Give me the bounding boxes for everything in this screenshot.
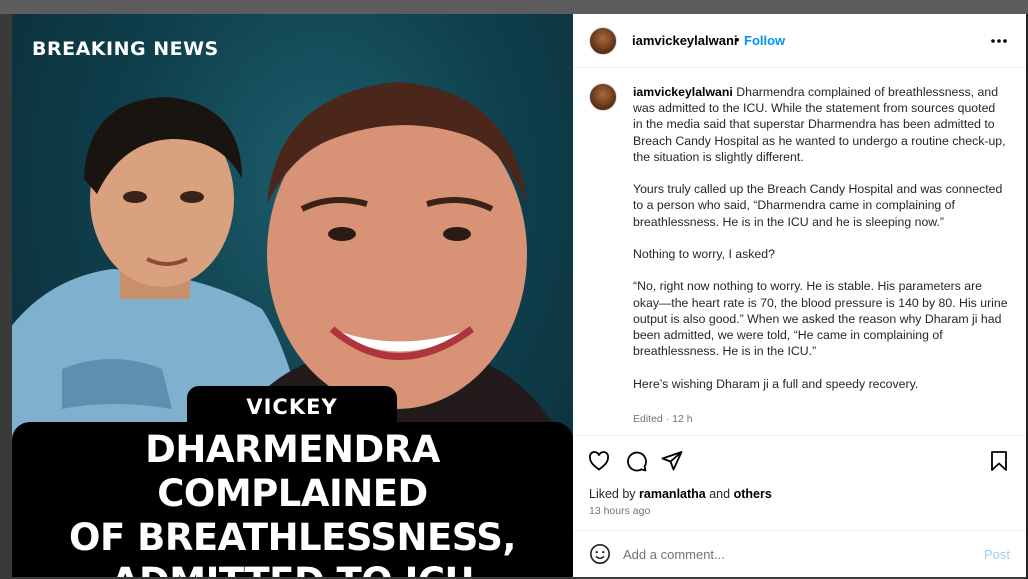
post-header: iamvickeylalwani • Follow	[573, 14, 1026, 68]
caption-text: iamvickeylalwani Dharmendra complained o…	[633, 84, 1008, 408]
heart-icon[interactable]	[587, 449, 611, 473]
caption-paragraph: Nothing to worry, I asked?	[633, 247, 775, 261]
caption-paragraph: iamvickeylalwani Dharmendra complained o…	[633, 84, 1008, 165]
likes-summary: Liked by ramanlatha and others	[589, 487, 772, 501]
post-media[interactable]: BREAKING NEWS VICKEY LALWANI DHARMENDRA …	[12, 14, 573, 577]
bookmark-icon[interactable]	[987, 449, 1011, 473]
caption-paragraph: Here’s wishing Dharam ji a full and spee…	[633, 376, 919, 391]
avatar[interactable]	[589, 27, 617, 55]
liked-user-link[interactable]: ramanlatha	[639, 487, 706, 501]
header-separator: •	[735, 32, 740, 47]
comment-icon[interactable]	[624, 449, 648, 473]
more-options-icon[interactable]	[989, 31, 1009, 51]
caption-username[interactable]: iamvickeylalwani	[633, 85, 733, 99]
headline-line: ADMITTED TO ICU	[12, 560, 573, 577]
emoji-icon[interactable]	[589, 543, 611, 565]
author-name-tag: VICKEY LALWANI	[187, 386, 397, 461]
comment-input[interactable]	[623, 544, 963, 564]
caption-meta: Edited · 12 h	[633, 413, 693, 425]
post-comment-button[interactable]: Post	[984, 547, 1010, 562]
caption-paragraph: Yours truly called up the Breach Candy H…	[633, 182, 1003, 229]
headline-line: DHARMENDRA COMPLAINED	[145, 428, 440, 515]
headline: DHARMENDRA COMPLAINED OF BREATHLESSNESS,…	[12, 428, 573, 577]
caption-area: iamvickeylalwani Dharmendra complained o…	[573, 69, 1026, 435]
follow-button[interactable]: Follow	[744, 33, 785, 48]
post-panel: iamvickeylalwani • Follow iamvickeylalwa…	[573, 14, 1026, 577]
share-icon[interactable]	[660, 449, 684, 473]
caption-paragraph: “No, right now nothing to worry. He is s…	[633, 279, 1008, 359]
actions-bar: Liked by ramanlatha and others 13 hours …	[573, 435, 1026, 530]
post-time: 13 hours ago	[589, 505, 651, 517]
comment-bar: Post	[573, 530, 1026, 577]
breaking-news-label: BREAKING NEWS	[32, 38, 219, 60]
likes-prefix: Liked by	[589, 487, 636, 501]
caption-avatar[interactable]	[589, 83, 617, 111]
background-top-strip	[0, 0, 1028, 14]
likes-and: and	[709, 487, 731, 501]
headline-line: OF BREATHLESSNESS,	[69, 516, 516, 559]
header-username[interactable]: iamvickeylalwani	[632, 33, 738, 48]
liked-others-link[interactable]: others	[734, 487, 772, 501]
